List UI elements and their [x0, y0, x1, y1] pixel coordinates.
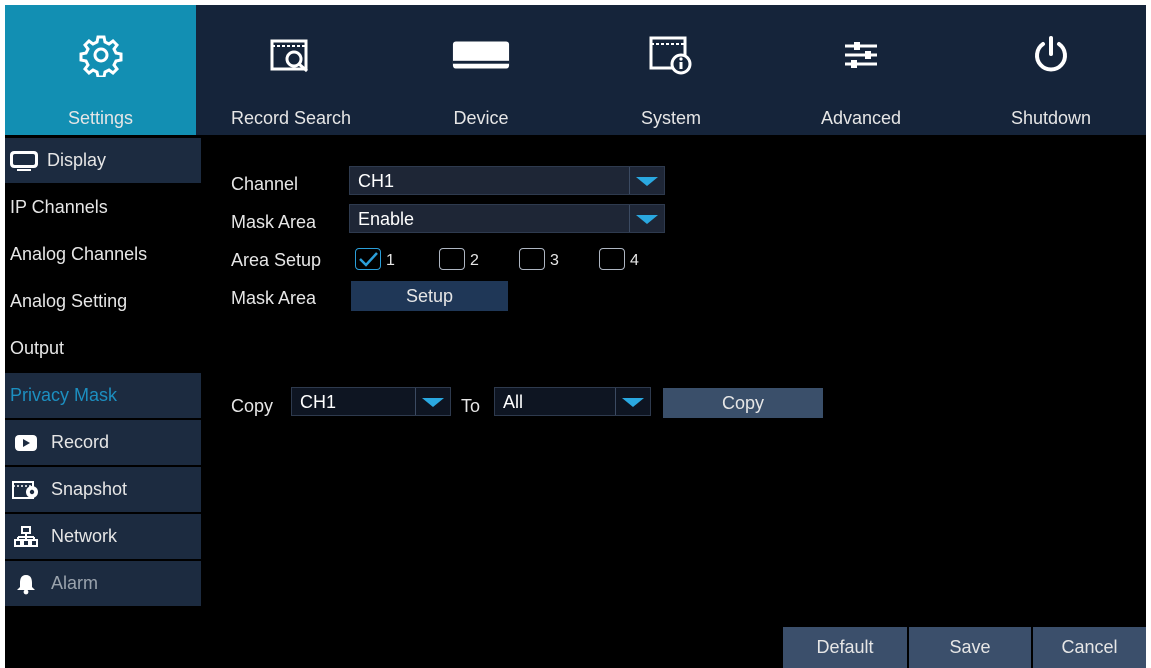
chevron-down-icon: [415, 388, 450, 415]
sidebar-item-label: Analog Setting: [10, 291, 128, 311]
sidebar-item-record[interactable]: Record: [5, 420, 201, 465]
mask-area-label: Mask Area: [231, 212, 317, 232]
default-button[interactable]: Default: [783, 627, 907, 668]
sidebar-item-alarm[interactable]: Alarm: [5, 561, 201, 606]
channel-select[interactable]: CH1: [349, 166, 665, 195]
area-1-checkbox[interactable]: [355, 248, 381, 270]
sidebar-item-label: IP Channels: [10, 197, 108, 217]
sidebar-item-snapshot[interactable]: Snapshot: [5, 467, 201, 512]
sidebar-item-label: Display: [47, 150, 107, 170]
sidebar-item-privacy-mask[interactable]: Privacy Mask: [5, 373, 201, 418]
area-2-label: 2: [470, 252, 479, 269]
nav-shutdown[interactable]: Shutdown: [956, 5, 1146, 135]
save-button[interactable]: Save: [909, 627, 1031, 668]
nav-settings-label: Settings: [67, 108, 134, 128]
nav-system[interactable]: System: [576, 5, 766, 135]
sidebar-item-label: Alarm: [51, 573, 99, 593]
nav-record-search-label: Record Search: [230, 108, 352, 128]
sidebar-item-label: Privacy Mask: [10, 385, 118, 405]
copy-from-select[interactable]: CH1: [291, 387, 451, 416]
area-setup-label: Area Setup: [231, 250, 322, 270]
sidebar-item-ip-channels[interactable]: IP Channels: [5, 185, 201, 230]
power-icon: [1021, 33, 1081, 77]
nav-advanced[interactable]: Advanced: [766, 5, 956, 135]
monitor-icon: [9, 150, 39, 172]
top-navigation: Settings Record Search Device System Adv…: [5, 5, 1146, 135]
gear-icon: [71, 33, 131, 77]
snapshot-icon: [11, 479, 41, 501]
mask-area-select[interactable]: Enable: [349, 204, 665, 233]
copy-from-select-value: CH1: [300, 392, 337, 412]
sidebar-item-label: Output: [10, 338, 65, 358]
sidebar-item-analog-setting[interactable]: Analog Setting: [5, 279, 201, 324]
check-icon: [359, 252, 378, 267]
area-1-label: 1: [386, 252, 395, 269]
channel-label: Channel: [231, 174, 299, 194]
sidebar-item-display[interactable]: Display: [5, 138, 201, 183]
record-search-icon: [261, 33, 321, 77]
area-3-label: 3: [550, 252, 559, 269]
mask-area-select-value: Enable: [358, 209, 415, 229]
chevron-down-icon: [629, 167, 664, 194]
nav-system-label: System: [640, 108, 701, 128]
sidebar-item-label: Network: [51, 526, 118, 546]
sidebar: Display IP Channels Analog Channels Anal…: [5, 138, 201, 668]
hard-drive-icon: [451, 33, 511, 77]
area-4-checkbox[interactable]: [599, 248, 625, 270]
nav-device[interactable]: Device: [386, 5, 576, 135]
system-info-icon: [641, 33, 701, 77]
sidebar-item-output[interactable]: Output: [5, 326, 201, 371]
copy-to-select-value: All: [503, 392, 524, 412]
to-label: To: [461, 396, 481, 416]
area-4-label: 4: [630, 252, 639, 269]
sidebar-item-analog-channels[interactable]: Analog Channels: [5, 232, 201, 277]
chevron-down-icon: [629, 205, 664, 232]
cancel-button[interactable]: Cancel: [1033, 627, 1146, 668]
setup-button[interactable]: Setup: [351, 281, 508, 311]
mask-area-setup-label: Mask Area: [231, 288, 317, 308]
copy-label: Copy: [231, 396, 274, 416]
sidebar-item-label: Record: [51, 432, 110, 452]
record-icon: [11, 432, 41, 454]
nav-record-search[interactable]: Record Search: [196, 5, 386, 135]
area-2-checkbox[interactable]: [439, 248, 465, 270]
copy-to-select[interactable]: All: [494, 387, 651, 416]
chevron-down-icon: [615, 388, 650, 415]
nav-advanced-label: Advanced: [820, 108, 902, 128]
area-3-checkbox[interactable]: [519, 248, 545, 270]
channel-select-value: CH1: [358, 171, 395, 191]
network-icon: [11, 525, 41, 548]
sidebar-item-label: Snapshot: [51, 479, 128, 499]
privacy-mask-panel: Channel CH1 Mask Area Enable Area Setup …: [203, 138, 1146, 668]
nav-device-label: Device: [453, 108, 509, 128]
copy-button[interactable]: Copy: [663, 388, 823, 418]
sliders-icon: [831, 33, 891, 77]
sidebar-item-label: Analog Channels: [10, 244, 148, 264]
app-window: Settings Record Search Device System Adv…: [5, 5, 1146, 668]
nav-settings[interactable]: Settings: [5, 5, 196, 135]
sidebar-item-network[interactable]: Network: [5, 514, 201, 559]
nav-shutdown-label: Shutdown: [1010, 108, 1092, 128]
bell-icon: [11, 573, 41, 595]
